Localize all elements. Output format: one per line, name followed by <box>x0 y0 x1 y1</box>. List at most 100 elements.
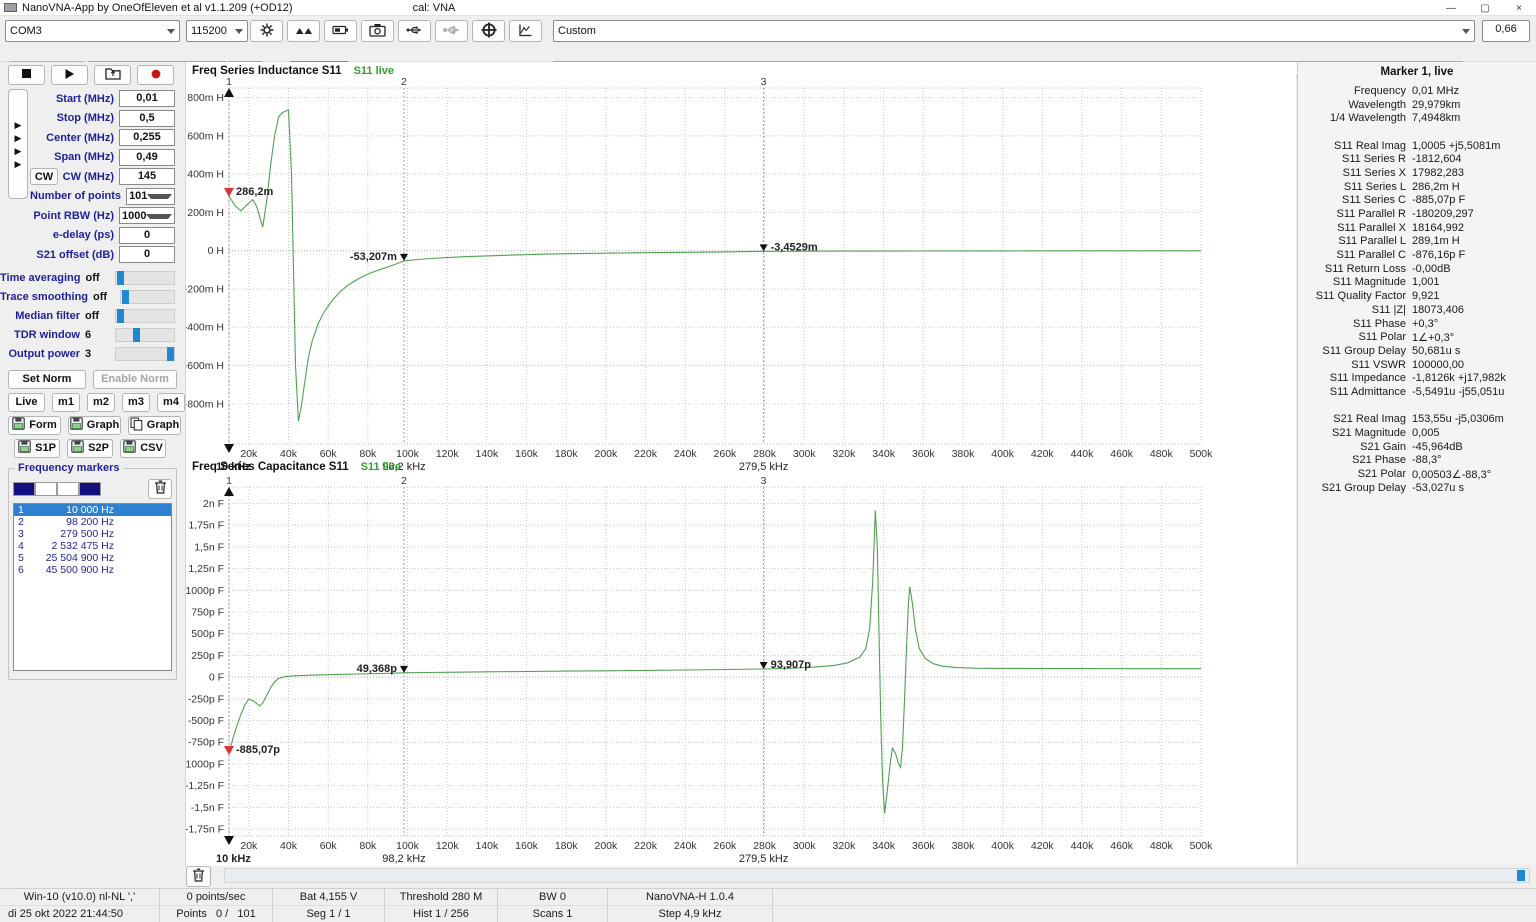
slider-handle[interactable] <box>167 347 174 361</box>
frequency-marker-list[interactable]: 110 000 Hz298 200 Hz3279 500 Hz42 532 47… <box>13 503 172 671</box>
readout-value: 17982,283 <box>1412 167 1536 179</box>
svg-text:440k: 440k <box>1071 448 1095 460</box>
tdr-window-slider[interactable] <box>115 328 175 342</box>
battery-button[interactable] <box>324 20 357 42</box>
time-averaging-slider[interactable] <box>115 271 175 285</box>
frequency-marker-item[interactable]: 110 000 Hz <box>14 504 171 516</box>
settings-gear-icon <box>259 22 275 41</box>
trace-m3-button[interactable]: m3 <box>122 393 150 412</box>
tdr-chart-button[interactable] <box>509 20 542 42</box>
readout-label: S11 Parallel C <box>1298 249 1412 261</box>
readout-value: -88,3° <box>1412 454 1536 466</box>
start-mhz--field[interactable]: 0,01 <box>119 90 175 107</box>
export-csv-button[interactable]: CSV <box>120 439 166 458</box>
slider-handle[interactable] <box>133 328 140 342</box>
frequency-marker-item[interactable]: 645 500 900 Hz <box>14 564 171 576</box>
readout-label: S11 Series R <box>1298 153 1412 165</box>
save-form-button[interactable]: Form <box>8 416 61 435</box>
marker-color-swatch[interactable] <box>57 482 79 496</box>
trace-smoothing-slider[interactable] <box>120 290 175 304</box>
svg-text:1000p F: 1000p F <box>186 585 224 597</box>
nanovna-app-window: NanoVNA-App by OneOfEleven et al v1.1.20… <box>0 0 1536 922</box>
display-mode-select[interactable]: Custom <box>553 20 1475 42</box>
chevron-down-icon <box>146 214 172 223</box>
trace-m1-button[interactable]: m1 <box>52 393 80 412</box>
scrollbar-handle[interactable] <box>1517 870 1525 881</box>
screenshot-camera-icon <box>369 23 386 40</box>
calibration-target-button[interactable] <box>472 20 505 42</box>
median-filter-slider[interactable] <box>115 309 175 323</box>
chart-plot[interactable]: 2n F1,75n F1,5n F1,25n F1000p F750p F500… <box>186 473 1297 870</box>
record-button[interactable] <box>137 65 174 85</box>
scale-value-field[interactable]: 0,66 <box>1482 20 1530 42</box>
screenshot-camera-button[interactable] <box>361 20 394 42</box>
marker-readout-row: S21 Real Imag153,55u -j5,0306m <box>1298 413 1536 427</box>
readout-label: S21 Gain <box>1298 441 1412 453</box>
minimize-button[interactable]: — <box>1434 0 1468 16</box>
cw-button[interactable]: CW <box>30 168 58 185</box>
export-s2p-button[interactable]: S2P <box>67 439 113 458</box>
stop-icon <box>21 68 32 82</box>
play-button[interactable] <box>51 65 88 85</box>
svg-text:400m H: 400m H <box>187 169 224 181</box>
slider-handle[interactable] <box>122 290 129 304</box>
save-graph-button[interactable]: Graph <box>68 416 121 435</box>
frequency-marker-item[interactable]: 3279 500 Hz <box>14 528 171 540</box>
save-graph-button[interactable]: Graph <box>128 416 181 435</box>
readout-value: 18073,406 <box>1412 304 1536 316</box>
frequency-marker-item[interactable]: 298 200 Hz <box>14 516 171 528</box>
enable-norm-button: Enable Norm <box>93 370 177 389</box>
marker-readout-row <box>1298 399 1536 413</box>
marker-color-swatch[interactable] <box>79 482 101 496</box>
output-power-slider[interactable] <box>115 347 175 361</box>
chart-area[interactable]: Freq Series Inductance S11S11 live800m H… <box>185 62 1296 866</box>
marker-color-swatch[interactable] <box>35 482 57 496</box>
firmware-upload-button[interactable] <box>287 20 320 42</box>
svg-text:260k: 260k <box>714 840 738 852</box>
slider-handle[interactable] <box>117 309 124 323</box>
panel-collapse-strip[interactable]: ▶ ▶ ▶ ▶ <box>8 89 28 199</box>
recall-folder-button[interactable] <box>94 65 131 85</box>
marker-readout-row: S21 Gain-45,964dB <box>1298 440 1536 454</box>
trace-m4-button[interactable]: m4 <box>157 393 185 412</box>
settings-gear-button[interactable] <box>250 20 283 42</box>
trace-live-button[interactable]: Live <box>8 393 45 412</box>
point-rbw-hz--select[interactable]: 1000 <box>119 207 175 224</box>
history-scrollbar[interactable] <box>224 868 1530 883</box>
span-mhz--field[interactable]: 0,49 <box>119 149 175 166</box>
frequency-marker-item[interactable]: 525 504 900 Hz <box>14 552 171 564</box>
frequency-marker-item[interactable]: 42 532 475 Hz <box>14 540 171 552</box>
usb-disconnect-icon <box>443 24 460 39</box>
svg-text:2: 2 <box>401 76 407 88</box>
stop-mhz--field[interactable]: 0,5 <box>119 110 175 127</box>
usb-connect-button[interactable] <box>398 20 431 42</box>
status-cell: Points 0 / 101 <box>160 906 273 922</box>
readout-label: S11 Parallel L <box>1298 235 1412 247</box>
e-delay-ps--field[interactable]: 0 <box>119 227 175 244</box>
svg-text:98,2 kHz: 98,2 kHz <box>382 853 425 865</box>
marker-color-swatch[interactable] <box>13 482 35 496</box>
field-label: CW (MHz) <box>62 171 119 183</box>
svg-text:750p F: 750p F <box>191 607 224 619</box>
svg-text:1: 1 <box>226 76 232 88</box>
center-mhz--field[interactable]: 0,255 <box>119 129 175 146</box>
clear-history-trash-button[interactable] <box>186 866 211 887</box>
maximize-button[interactable]: ▢ <box>1468 0 1502 16</box>
status-bar: Win-10 (v10.0) nl-NL ','0 points/secBat … <box>0 888 1536 922</box>
status-cell: Win-10 (v10.0) nl-NL ',' <box>0 889 160 905</box>
stop-button[interactable] <box>8 65 45 85</box>
close-button[interactable]: × <box>1502 0 1536 16</box>
delete-markers-button[interactable] <box>148 479 172 499</box>
number-of-points-select[interactable]: 101 <box>126 188 175 205</box>
s21-offset-db--field[interactable]: 0 <box>119 246 175 263</box>
set-norm-button[interactable]: Set Norm <box>8 370 86 389</box>
cw-mhz--field[interactable]: 145 <box>119 168 175 185</box>
chart-plot[interactable]: 800m H600m H400m H200m H0 H-200m H-400m … <box>186 74 1297 478</box>
export-s1p-button[interactable]: S1P <box>14 439 60 458</box>
svg-text:-53,207m: -53,207m <box>350 251 397 263</box>
trace-m2-button[interactable]: m2 <box>87 393 115 412</box>
marker-readout-row: S11 Parallel C-876,16p F <box>1298 248 1536 262</box>
com-port-select[interactable]: COM3 <box>5 20 180 42</box>
baud-rate-select[interactable]: 115200 <box>186 20 248 42</box>
slider-handle[interactable] <box>117 271 124 285</box>
